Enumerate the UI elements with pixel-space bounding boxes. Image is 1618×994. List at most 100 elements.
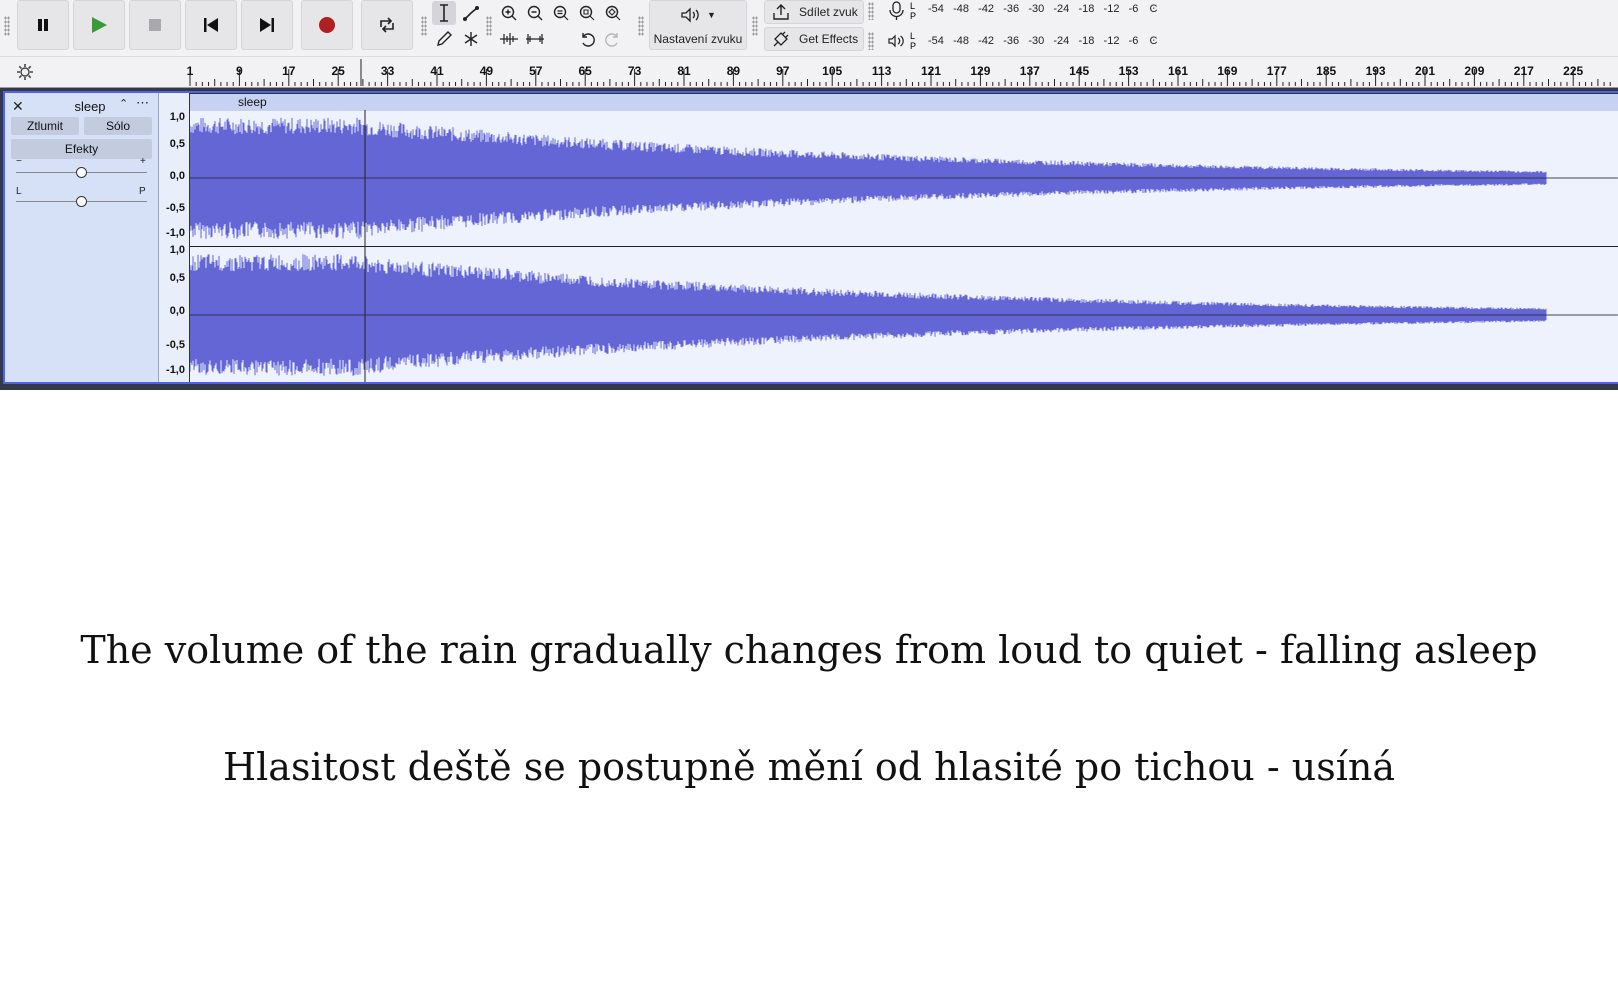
- pan-right-label: P: [139, 186, 146, 197]
- record-button[interactable]: [301, 0, 353, 50]
- vertical-scale[interactable]: 1,0 0,5 0,0 -0,5 -1,0 1,0 0,5 0,0 -0,5 -…: [159, 93, 190, 382]
- meter-tick: -24: [1053, 3, 1070, 15]
- ruler-label: 137: [1019, 64, 1040, 78]
- meter-tick: -6: [1128, 35, 1139, 47]
- scale-label: 0,5: [169, 272, 185, 284]
- audio-track[interactable]: ✕ sleep ⌃ ⋯ Ztlumit Sólo Efekty − + L P …: [3, 91, 1618, 384]
- redo-icon: [605, 33, 618, 47]
- meter-tick: -48: [953, 3, 969, 15]
- record-meter-grip[interactable]: [868, 2, 874, 20]
- skip-to-start-button[interactable]: [185, 0, 237, 50]
- ruler-label: 9: [236, 64, 243, 78]
- audio-setup-icon-group: ▼: [680, 6, 716, 24]
- close-track-icon[interactable]: ✕: [12, 98, 24, 115]
- toolbar-grip[interactable]: [4, 16, 10, 36]
- draw-tool[interactable]: [432, 27, 456, 51]
- meter-tick: -54: [928, 35, 944, 47]
- audio-grip[interactable]: [638, 16, 644, 36]
- clip-indicator-icon: Ͼ: [1149, 35, 1158, 47]
- record-meter[interactable]: L P: [888, 0, 916, 22]
- ruler-label: 161: [1167, 64, 1189, 78]
- clip-waveform-area[interactable]: sleep: [190, 93, 1618, 382]
- mute-button[interactable]: Ztlumit: [11, 117, 79, 135]
- ruler-label: 113: [871, 64, 892, 78]
- ruler-label: 1: [186, 64, 194, 78]
- audio-setup-button[interactable]: ▼ Nastavení zvuku: [649, 0, 747, 50]
- scale-label: -0,5: [166, 202, 185, 214]
- playback-meter[interactable]: L P: [888, 30, 916, 52]
- gain-slider-thumb[interactable]: [75, 167, 87, 178]
- selection-tool[interactable]: [432, 1, 456, 25]
- skip-to-end-button[interactable]: [241, 0, 293, 50]
- zoom-in-icon: [501, 5, 517, 21]
- fit-selection-button[interactable]: [549, 1, 573, 25]
- track-control-panel: ✕ sleep ⌃ ⋯ Ztlumit Sólo Efekty − + L P: [5, 93, 159, 382]
- meter-tick: -30: [1028, 3, 1045, 15]
- zoom-toggle-button[interactable]: [601, 1, 625, 25]
- trim-button[interactable]: [497, 27, 521, 51]
- meter-tick: -24: [1053, 35, 1070, 47]
- silence-icon: [526, 34, 544, 44]
- loop-button[interactable]: [361, 0, 413, 50]
- gain-plus-label: +: [140, 156, 146, 167]
- share-grip[interactable]: [752, 16, 758, 36]
- caption-czech: Hlasitost deště se postupně mění od hlas…: [223, 745, 1395, 789]
- fit-project-button[interactable]: [575, 1, 599, 25]
- zoom-out-button[interactable]: [523, 1, 547, 25]
- undo-icon: [582, 33, 595, 47]
- ruler-label: 105: [822, 64, 843, 78]
- timeline-ruler[interactable]: 1 9 17 25 33 41 49 57 65 73 81 89 97 105 113 121 129 137 1…: [0, 57, 1618, 88]
- get-effects-label: Get Effects: [799, 32, 859, 46]
- meter-tick: -6: [1128, 3, 1139, 15]
- stop-button[interactable]: [129, 0, 181, 50]
- chevron-down-icon: ▼: [707, 10, 716, 20]
- tracks-panel: ✕ sleep ⌃ ⋯ Ztlumit Sólo Efekty − + L P …: [0, 88, 1618, 390]
- skip-to-end-icon: [260, 18, 274, 32]
- get-effects-button[interactable]: Get Effects: [764, 27, 864, 51]
- upload-icon: [773, 4, 789, 20]
- ruler-label: 129: [970, 64, 991, 78]
- clip-header[interactable]: sleep: [190, 93, 1618, 111]
- pause-button[interactable]: [17, 0, 69, 50]
- solo-button[interactable]: Sólo: [84, 117, 152, 135]
- pan-slider-thumb[interactable]: [75, 196, 87, 207]
- share-audio-button[interactable]: Sdílet zvuk: [764, 0, 864, 24]
- meter-tick: -42: [978, 3, 995, 15]
- silence-button[interactable]: [523, 27, 547, 51]
- track-menu-icon[interactable]: ⋯: [136, 95, 149, 111]
- ruler-label: 193: [1365, 64, 1386, 78]
- scale-label: 1,0: [169, 244, 185, 256]
- zoom-in-button[interactable]: [497, 1, 521, 25]
- play-channel-left: L: [910, 31, 916, 41]
- ruler-label: 153: [1118, 64, 1139, 78]
- loop-icon: [380, 17, 394, 33]
- envelope-tool[interactable]: [459, 1, 483, 25]
- trim-icon: [500, 33, 518, 45]
- record-channel-left: L: [910, 1, 916, 11]
- pan-left-label: L: [16, 186, 22, 197]
- undo-button[interactable]: [575, 27, 599, 51]
- meter-tick: -30: [1028, 35, 1045, 47]
- play-button[interactable]: [73, 0, 125, 50]
- toolbar: ▼ Nastavení zvuku Sdílet zvuk Get Effect…: [0, 0, 1618, 57]
- ruler-label: 65: [578, 64, 592, 78]
- collapse-track-icon[interactable]: ⌃: [119, 97, 128, 110]
- meter-tick: -18: [1078, 3, 1095, 15]
- meter-tick: -12: [1103, 3, 1120, 15]
- play-meter-grip[interactable]: [868, 32, 874, 50]
- multi-tool[interactable]: [459, 27, 483, 51]
- meter-tick: -48: [953, 35, 969, 47]
- redo-button[interactable]: [601, 27, 625, 51]
- ruler-label: 33: [380, 64, 395, 78]
- i-beam-icon: [440, 4, 448, 22]
- scale-label: 0,0: [169, 170, 185, 182]
- ruler-label: 201: [1414, 64, 1436, 78]
- edit-grip[interactable]: [486, 16, 492, 36]
- record-meter-scale: -54 -48 -42 -36 -30 -24 -18 -12 -6 Ͼ: [928, 3, 1157, 15]
- stop-icon: [149, 19, 161, 31]
- tools-grip[interactable]: [421, 16, 427, 36]
- audio-setup-label: Nastavení zvuku: [653, 32, 743, 46]
- ruler-label: 97: [776, 64, 790, 78]
- meter-tick: -18: [1078, 35, 1095, 47]
- effects-button[interactable]: Efekty: [11, 139, 152, 159]
